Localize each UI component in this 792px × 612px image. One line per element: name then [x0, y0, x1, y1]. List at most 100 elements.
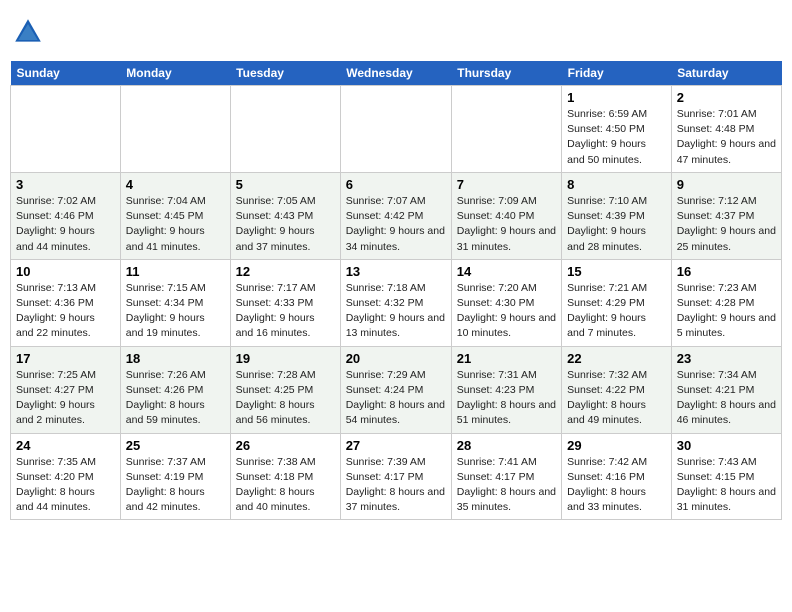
day-cell: [120, 86, 230, 173]
day-number: 27: [346, 438, 446, 453]
day-info: Sunrise: 7:20 AM Sunset: 4:30 PM Dayligh…: [457, 281, 556, 342]
day-info: Sunrise: 7:01 AM Sunset: 4:48 PM Dayligh…: [677, 107, 776, 168]
day-number: 7: [457, 177, 556, 192]
day-number: 24: [16, 438, 115, 453]
day-info: Sunrise: 7:25 AM Sunset: 4:27 PM Dayligh…: [16, 368, 115, 429]
col-header-thursday: Thursday: [451, 61, 561, 86]
logo: [10, 16, 46, 53]
day-info: Sunrise: 7:23 AM Sunset: 4:28 PM Dayligh…: [677, 281, 776, 342]
day-number: 15: [567, 264, 666, 279]
day-cell: 10 Sunrise: 7:13 AM Sunset: 4:36 PM Dayli…: [11, 259, 121, 346]
day-info: Sunrise: 7:12 AM Sunset: 4:37 PM Dayligh…: [677, 194, 776, 255]
day-number: 23: [677, 351, 776, 366]
day-number: 1: [567, 90, 666, 105]
day-cell: [340, 86, 451, 173]
day-info: Sunrise: 7:15 AM Sunset: 4:34 PM Dayligh…: [126, 281, 225, 342]
day-info: Sunrise: 7:42 AM Sunset: 4:16 PM Dayligh…: [567, 455, 666, 516]
day-info: Sunrise: 7:39 AM Sunset: 4:17 PM Dayligh…: [346, 455, 446, 516]
day-number: 30: [677, 438, 776, 453]
day-number: 14: [457, 264, 556, 279]
day-cell: 8Sunrise: 7:10 AM Sunset: 4:39 PM Daylig…: [562, 172, 672, 259]
calendar-table: SundayMondayTuesdayWednesdayThursdayFrid…: [10, 61, 782, 520]
col-header-saturday: Saturday: [671, 61, 781, 86]
day-number: 8: [567, 177, 666, 192]
week-row-4: 17 Sunrise: 7:25 AM Sunset: 4:27 PM Dayli…: [11, 346, 782, 433]
day-cell: 18 Sunrise: 7:26 AM Sunset: 4:26 PM Dayli…: [120, 346, 230, 433]
day-number: 20: [346, 351, 446, 366]
day-cell: 21 Sunrise: 7:31 AM Sunset: 4:23 PM Dayli…: [451, 346, 561, 433]
calendar-header-row: SundayMondayTuesdayWednesdayThursdayFrid…: [11, 61, 782, 86]
day-number: 29: [567, 438, 666, 453]
day-info: Sunrise: 7:07 AM Sunset: 4:42 PM Dayligh…: [346, 194, 446, 255]
day-cell: 1 Sunrise: 6:59 AM Sunset: 4:50 PM Daylig…: [562, 86, 672, 173]
day-number: 3: [16, 177, 115, 192]
day-cell: 4 Sunrise: 7:04 AM Sunset: 4:45 PM Daylig…: [120, 172, 230, 259]
col-header-tuesday: Tuesday: [230, 61, 340, 86]
day-cell: 26 Sunrise: 7:38 AM Sunset: 4:18 PM Dayli…: [230, 433, 340, 520]
day-cell: 3 Sunrise: 7:02 AM Sunset: 4:46 PM Daylig…: [11, 172, 121, 259]
col-header-wednesday: Wednesday: [340, 61, 451, 86]
day-number: 17: [16, 351, 115, 366]
day-info: Sunrise: 7:02 AM Sunset: 4:46 PM Dayligh…: [16, 194, 115, 255]
day-cell: 12 Sunrise: 7:17 AM Sunset: 4:33 PM Dayli…: [230, 259, 340, 346]
day-number: 28: [457, 438, 556, 453]
week-row-1: 1 Sunrise: 6:59 AM Sunset: 4:50 PM Daylig…: [11, 86, 782, 173]
day-info: Sunrise: 7:35 AM Sunset: 4:20 PM Dayligh…: [16, 455, 115, 516]
day-info: Sunrise: 7:29 AM Sunset: 4:24 PM Dayligh…: [346, 368, 446, 429]
day-info: Sunrise: 7:37 AM Sunset: 4:19 PM Dayligh…: [126, 455, 225, 516]
day-info: Sunrise: 7:04 AM Sunset: 4:45 PM Dayligh…: [126, 194, 225, 255]
day-number: 21: [457, 351, 556, 366]
col-header-monday: Monday: [120, 61, 230, 86]
day-cell: 20 Sunrise: 7:29 AM Sunset: 4:24 PM Dayli…: [340, 346, 451, 433]
day-number: 2: [677, 90, 776, 105]
day-number: 16: [677, 264, 776, 279]
day-info: Sunrise: 7:18 AM Sunset: 4:32 PM Dayligh…: [346, 281, 446, 342]
day-number: 13: [346, 264, 446, 279]
week-row-3: 10 Sunrise: 7:13 AM Sunset: 4:36 PM Dayli…: [11, 259, 782, 346]
day-cell: 15 Sunrise: 7:21 AM Sunset: 4:29 PM Dayli…: [562, 259, 672, 346]
day-cell: 2 Sunrise: 7:01 AM Sunset: 4:48 PM Daylig…: [671, 86, 781, 173]
day-cell: 9 Sunrise: 7:12 AM Sunset: 4:37 PM Daylig…: [671, 172, 781, 259]
day-info: Sunrise: 7:09 AM Sunset: 4:40 PM Dayligh…: [457, 194, 556, 255]
day-info: Sunrise: 7:17 AM Sunset: 4:33 PM Dayligh…: [236, 281, 335, 342]
day-cell: 7 Sunrise: 7:09 AM Sunset: 4:40 PM Daylig…: [451, 172, 561, 259]
day-cell: [11, 86, 121, 173]
col-header-sunday: Sunday: [11, 61, 121, 86]
day-info: Sunrise: 7:31 AM Sunset: 4:23 PM Dayligh…: [457, 368, 556, 429]
day-cell: 28 Sunrise: 7:41 AM Sunset: 4:17 PM Dayli…: [451, 433, 561, 520]
day-number: 10: [16, 264, 115, 279]
day-number: 18: [126, 351, 225, 366]
day-info: Sunrise: 7:05 AM Sunset: 4:43 PM Dayligh…: [236, 194, 335, 255]
day-number: 12: [236, 264, 335, 279]
day-number: 9: [677, 177, 776, 192]
day-info: Sunrise: 7:34 AM Sunset: 4:21 PM Dayligh…: [677, 368, 776, 429]
day-cell: 29 Sunrise: 7:42 AM Sunset: 4:16 PM Dayli…: [562, 433, 672, 520]
day-info: Sunrise: 7:41 AM Sunset: 4:17 PM Dayligh…: [457, 455, 556, 516]
day-number: 22: [567, 351, 666, 366]
week-row-2: 3 Sunrise: 7:02 AM Sunset: 4:46 PM Daylig…: [11, 172, 782, 259]
day-number: 4: [126, 177, 225, 192]
day-cell: 24 Sunrise: 7:35 AM Sunset: 4:20 PM Dayli…: [11, 433, 121, 520]
day-number: 26: [236, 438, 335, 453]
day-info: Sunrise: 7:43 AM Sunset: 4:15 PM Dayligh…: [677, 455, 776, 516]
day-cell: [230, 86, 340, 173]
day-cell: 14 Sunrise: 7:20 AM Sunset: 4:30 PM Dayli…: [451, 259, 561, 346]
day-cell: 27 Sunrise: 7:39 AM Sunset: 4:17 PM Dayli…: [340, 433, 451, 520]
day-info: Sunrise: 7:13 AM Sunset: 4:36 PM Dayligh…: [16, 281, 115, 342]
day-cell: 11Sunrise: 7:15 AM Sunset: 4:34 PM Dayli…: [120, 259, 230, 346]
day-info: Sunrise: 6:59 AM Sunset: 4:50 PM Dayligh…: [567, 107, 666, 168]
day-info: Sunrise: 7:26 AM Sunset: 4:26 PM Dayligh…: [126, 368, 225, 429]
day-cell: 5 Sunrise: 7:05 AM Sunset: 4:43 PM Daylig…: [230, 172, 340, 259]
day-cell: 19 Sunrise: 7:28 AM Sunset: 4:25 PM Dayli…: [230, 346, 340, 433]
day-number: 25: [126, 438, 225, 453]
day-number: 19: [236, 351, 335, 366]
day-cell: 30 Sunrise: 7:43 AM Sunset: 4:15 PM Dayli…: [671, 433, 781, 520]
day-info: Sunrise: 7:38 AM Sunset: 4:18 PM Dayligh…: [236, 455, 335, 516]
day-info: Sunrise: 7:28 AM Sunset: 4:25 PM Dayligh…: [236, 368, 335, 429]
day-info: Sunrise: 7:21 AM Sunset: 4:29 PM Dayligh…: [567, 281, 666, 342]
day-cell: 6Sunrise: 7:07 AM Sunset: 4:42 PM Daylig…: [340, 172, 451, 259]
day-number: 5: [236, 177, 335, 192]
day-cell: 13 Sunrise: 7:18 AM Sunset: 4:32 PM Dayli…: [340, 259, 451, 346]
day-cell: 22Sunrise: 7:32 AM Sunset: 4:22 PM Dayli…: [562, 346, 672, 433]
day-cell: [451, 86, 561, 173]
